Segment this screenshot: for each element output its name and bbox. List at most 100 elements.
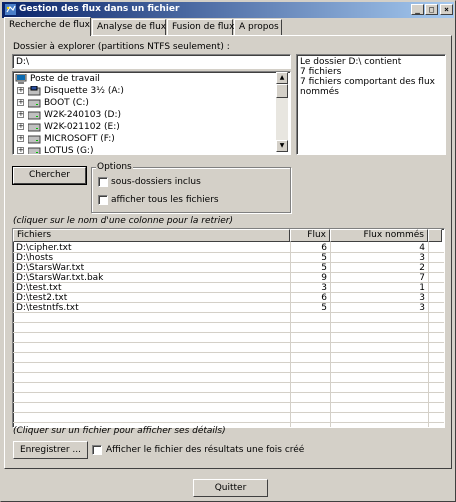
tree-item-label: MICROSOFT (F:) bbox=[44, 134, 115, 144]
hard-drive-icon bbox=[28, 123, 41, 132]
flux-cell: 5 bbox=[321, 303, 327, 313]
flux-cell: 3 bbox=[321, 283, 327, 293]
hard-drive-icon bbox=[28, 147, 41, 154]
grid-line bbox=[13, 392, 444, 393]
file-cell: D:\test2.txt bbox=[16, 293, 68, 303]
flux-cell: 5 bbox=[321, 263, 327, 273]
info-line: 7 fichiers comportant des flux bbox=[300, 77, 435, 87]
grid-line bbox=[13, 352, 444, 353]
file-cell: D:\cipher.txt bbox=[16, 243, 72, 253]
flux-cell: 6 bbox=[321, 293, 327, 303]
tab-label: Fusion de flux bbox=[172, 22, 235, 32]
tree-item-label: W2K-021102 (E:) bbox=[44, 122, 120, 132]
table-row[interactable]: D:\testntfs.txt 5 3 bbox=[13, 303, 428, 313]
app-window: Gestion des flux dans un fichier _ □ × R… bbox=[0, 0, 456, 502]
title-bar[interactable]: Gestion des flux dans un fichier _ □ × bbox=[2, 2, 454, 18]
window-title: Gestion des flux dans un fichier bbox=[19, 4, 180, 14]
table-row[interactable]: D:\cipher.txt 6 4 bbox=[13, 243, 428, 253]
subfolders-checkbox[interactable] bbox=[98, 177, 108, 187]
tab-fusion-de-flux[interactable]: Fusion de flux bbox=[167, 19, 235, 35]
tab-a-propos[interactable]: A propos bbox=[234, 19, 282, 35]
file-cell: D:\StarsWar.txt.bak bbox=[16, 273, 104, 283]
expand-icon[interactable]: + bbox=[17, 147, 24, 154]
all-files-checkbox[interactable] bbox=[98, 195, 108, 205]
named-flux-cell: 3 bbox=[419, 253, 425, 263]
folder-info-box: Le dossier D:\ contient 7 fichiers 7 fic… bbox=[296, 54, 446, 155]
expand-icon[interactable]: + bbox=[17, 87, 24, 94]
file-cell: D:\hosts bbox=[16, 253, 54, 263]
floppy-drive-icon bbox=[28, 86, 41, 96]
tab-recherche-de-flux[interactable]: Recherche de flux bbox=[4, 17, 91, 36]
show-results-checkbox[interactable] bbox=[92, 445, 102, 455]
expand-icon[interactable]: + bbox=[17, 135, 24, 142]
named-flux-cell: 2 bbox=[419, 263, 425, 273]
options-group bbox=[91, 167, 291, 213]
info-line: 7 fichiers bbox=[300, 67, 342, 77]
flux-cell: 6 bbox=[321, 243, 327, 253]
tab-label: Analyse de flux bbox=[97, 22, 167, 32]
named-flux-cell: 4 bbox=[419, 243, 425, 253]
grid-line bbox=[13, 322, 444, 323]
search-button[interactable]: Chercher bbox=[12, 166, 87, 185]
tree-item-label: LOTUS (G:) bbox=[44, 146, 94, 155]
flux-cell: 5 bbox=[321, 253, 327, 263]
file-cell: D:\testntfs.txt bbox=[16, 303, 79, 313]
info-line: nommés bbox=[300, 87, 339, 97]
minimize-button[interactable]: _ bbox=[411, 4, 424, 15]
grid-line bbox=[13, 412, 444, 413]
tab-analyse-de-flux[interactable]: Analyse de flux bbox=[92, 19, 166, 35]
tree-item-label: Disquette 3½ (A:) bbox=[44, 86, 124, 96]
details-hint: (Cliquer sur un fichier pour afficher se… bbox=[13, 426, 226, 436]
all-files-label: afficher tous les fichiers bbox=[111, 195, 219, 205]
tree-item-label: W2K-240103 (D:) bbox=[44, 110, 122, 120]
grid-line bbox=[428, 242, 429, 427]
named-flux-cell: 7 bbox=[419, 273, 425, 283]
grid-line bbox=[13, 402, 444, 403]
tree-scrollbar[interactable]: ▲ ▼ bbox=[276, 72, 288, 152]
drive-tree[interactable]: Poste de travail + Disquette 3½ (A:) + B… bbox=[12, 71, 291, 155]
scroll-down-icon[interactable]: ▼ bbox=[276, 140, 288, 152]
info-line: Le dossier D:\ contient bbox=[300, 57, 402, 67]
column-header-flux[interactable]: Flux bbox=[290, 229, 330, 242]
folder-label: Dossier à explorer (partitions NTFS seul… bbox=[13, 42, 230, 52]
save-button[interactable]: Enregistrer ... bbox=[13, 441, 88, 459]
file-cell: D:\StarsWar.txt bbox=[16, 263, 85, 273]
results-table[interactable]: Fichiers Flux Flux nommés D:\cipher.txt … bbox=[12, 228, 445, 428]
grid-line bbox=[13, 342, 444, 343]
flux-cell: 9 bbox=[321, 273, 327, 283]
table-row[interactable]: D:\StarsWar.txt.bak 9 7 bbox=[13, 273, 428, 283]
column-header-named-flux[interactable]: Flux nommés bbox=[330, 229, 428, 242]
tab-label: Recherche de flux bbox=[9, 20, 90, 30]
grid-line bbox=[13, 422, 444, 423]
expand-icon[interactable]: + bbox=[17, 99, 24, 106]
hard-drive-icon bbox=[28, 99, 41, 108]
named-flux-cell: 3 bbox=[419, 293, 425, 303]
search-tab-panel: Dossier à explorer (partitions NTFS seul… bbox=[4, 35, 452, 469]
options-title: Options bbox=[96, 162, 133, 172]
table-row[interactable]: D:\test.txt 3 1 bbox=[13, 283, 428, 293]
tab-label: A propos bbox=[239, 22, 279, 32]
folder-path-input[interactable]: D:\ bbox=[12, 54, 291, 69]
named-flux-cell: 1 bbox=[419, 283, 425, 293]
expand-icon[interactable]: + bbox=[17, 111, 24, 118]
scroll-thumb[interactable] bbox=[276, 84, 288, 98]
table-row[interactable]: D:\test2.txt 6 3 bbox=[13, 293, 428, 303]
computer-icon bbox=[15, 74, 27, 84]
maximize-button[interactable]: □ bbox=[425, 4, 438, 15]
hard-drive-icon bbox=[28, 135, 41, 144]
scroll-up-icon[interactable]: ▲ bbox=[276, 72, 288, 84]
grid-line bbox=[13, 382, 444, 383]
close-button[interactable]: × bbox=[440, 4, 453, 15]
expand-icon[interactable]: + bbox=[17, 123, 24, 130]
table-row[interactable]: D:\hosts 5 3 bbox=[13, 253, 428, 263]
grid-line bbox=[13, 362, 444, 363]
column-header-filler bbox=[428, 229, 442, 242]
tree-item-label: BOOT (C:) bbox=[44, 98, 89, 108]
subfolders-label: sous-dossiers inclus bbox=[111, 177, 201, 187]
quit-button[interactable]: Quitter bbox=[193, 479, 268, 497]
tree-item-label: Poste de travail bbox=[30, 74, 100, 84]
grid-line bbox=[13, 372, 444, 373]
show-results-label: Afficher le fichier des résultats une fo… bbox=[106, 445, 305, 455]
table-row[interactable]: D:\StarsWar.txt 5 2 bbox=[13, 263, 428, 273]
column-header-file[interactable]: Fichiers bbox=[13, 229, 290, 242]
